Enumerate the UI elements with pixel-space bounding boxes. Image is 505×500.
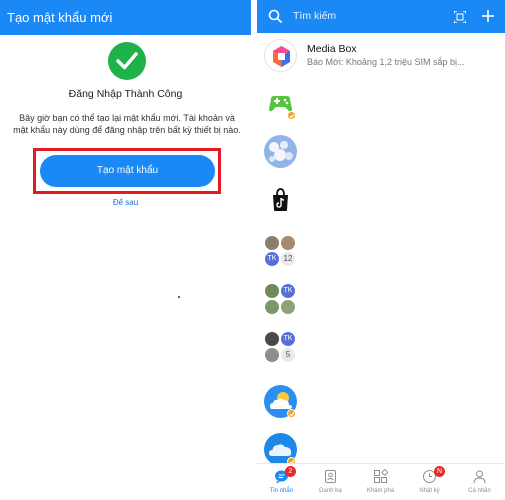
description-text: Bây giờ bạn có thể tạo lại mật khẩu mới.… <box>13 113 241 135</box>
member-count: 5 <box>280 347 296 363</box>
nav-label: Cá nhân <box>468 488 491 494</box>
chat-item-game[interactable] <box>257 81 505 127</box>
member-avatar <box>264 235 280 251</box>
unread-badge: 2 <box>285 466 296 477</box>
nav-contacts[interactable]: Danh bạ <box>306 464 355 500</box>
top-bar: Tìm kiếm <box>257 0 505 33</box>
nav-label: Danh bạ <box>319 488 342 494</box>
success-title: Đăng Nhập Thành Công <box>68 88 183 100</box>
member-initials: TK <box>280 331 296 347</box>
nav-discover[interactable]: Khám phá <box>356 464 405 500</box>
page-title: Tạo mật khẩu mới <box>0 0 251 35</box>
tiktok-shop-icon <box>264 183 297 216</box>
chat-home-panel: Tìm kiếm Media Box Báo Mới: Khoảng 1,2 t… <box>257 0 505 500</box>
chat-item-weather[interactable] <box>257 369 505 418</box>
photo-avatar <box>264 135 297 168</box>
dot-mark <box>178 296 180 298</box>
nav-profile[interactable]: Cá nhân <box>455 464 504 500</box>
group-avatar: TK <box>264 283 297 316</box>
member-avatar <box>264 299 280 315</box>
group-avatar: TK 5 <box>264 331 297 364</box>
screen: Tạo mật khẩu mới Đăng Nhập Thành Công Bâ… <box>0 0 505 500</box>
chat-name: Media Box <box>307 43 357 55</box>
add-icon[interactable] <box>481 9 495 23</box>
verified-badge-icon <box>287 111 296 120</box>
nav-messages[interactable]: 2 Tin nhắn <box>257 464 306 500</box>
search-input[interactable]: Tìm kiếm <box>293 10 336 22</box>
chat-item-tiktok[interactable] <box>257 177 505 223</box>
chat-item-group-1[interactable]: TK 12 <box>257 225 505 271</box>
member-initials: TK <box>264 251 280 267</box>
search-icon[interactable] <box>268 9 282 23</box>
member-avatar <box>280 235 296 251</box>
later-link[interactable]: Để sau <box>0 198 251 207</box>
member-avatar <box>264 347 280 363</box>
group-avatar: TK 12 <box>264 235 297 268</box>
nav-diary[interactable]: N Nhật ký <box>405 464 454 500</box>
media-box-avatar <box>264 39 297 72</box>
create-password-button[interactable]: Tạo mật khẩu <box>40 155 215 187</box>
contacts-icon <box>325 470 336 483</box>
chat-item-cloud[interactable] <box>257 417 505 466</box>
member-count: 12 <box>280 251 296 267</box>
member-initials: TK <box>280 283 296 299</box>
nav-label: Tin nhắn <box>269 488 294 494</box>
success-check-icon <box>108 42 146 80</box>
chat-item-group-2[interactable]: TK <box>257 273 505 319</box>
discover-icon <box>374 469 388 483</box>
qr-scan-icon[interactable] <box>454 11 466 23</box>
person-icon <box>473 470 486 484</box>
nav-label: Khám phá <box>366 488 395 494</box>
create-password-panel: Tạo mật khẩu mới Đăng Nhập Thành Công Bâ… <box>0 0 251 500</box>
chat-preview: Báo Mới: Khoảng 1,2 triệu SIM sắp bị... <box>307 57 465 67</box>
member-avatar <box>264 283 280 299</box>
chat-item-photo[interactable] <box>257 129 505 175</box>
chat-item-media-box[interactable]: Media Box Báo Mới: Khoảng 1,2 triệu SIM … <box>257 33 505 79</box>
bottom-nav: 2 Tin nhắn Danh bạ Khám phá N Nhật ký Cá… <box>257 463 505 500</box>
member-avatar <box>264 331 280 347</box>
nav-label: Nhật ký <box>419 488 440 494</box>
member-avatar <box>280 299 296 315</box>
chat-item-group-3[interactable]: TK 5 <box>257 321 505 367</box>
new-badge: N <box>434 466 445 477</box>
